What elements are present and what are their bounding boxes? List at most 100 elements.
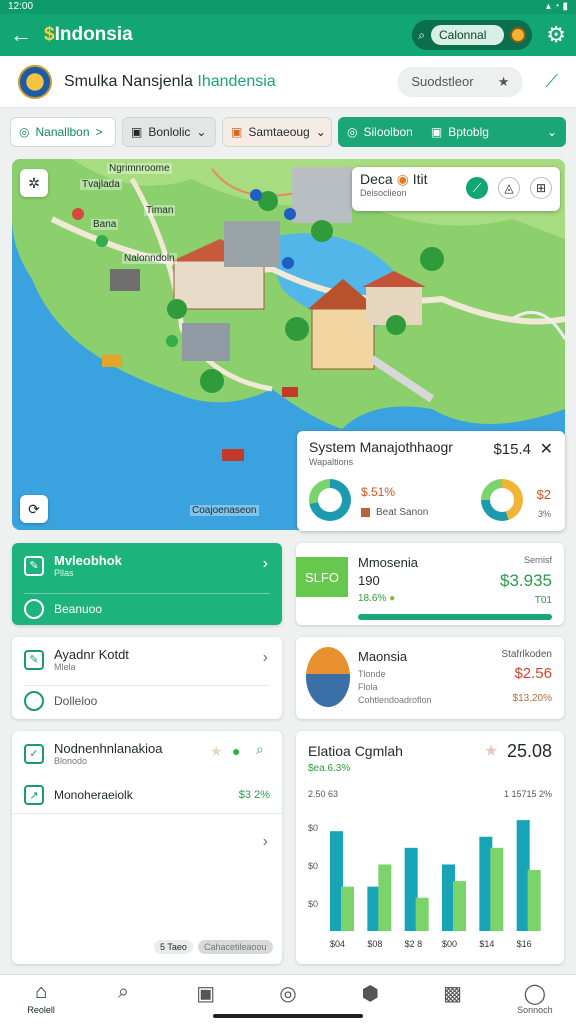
chevron-right-icon: > — [95, 125, 103, 139]
card-row[interactable]: Beanuoo — [24, 599, 102, 619]
card-big-val: 25.08 — [506, 741, 552, 761]
card-item: Monoheraeiolk — [54, 788, 133, 802]
bar-$08-series-1[interactable] — [378, 864, 392, 931]
x-tick-label: $04 — [330, 939, 345, 949]
filter-siloolbon[interactable]: ◎ Siloolbon ▣ Bptoblg ⌄ — [338, 117, 566, 147]
nav-label: Reolell — [27, 1005, 55, 1015]
nav-compass[interactable]: ◎ — [258, 981, 318, 1005]
system-card-right-sub: 3% — [537, 509, 551, 519]
app-search-pill[interactable]: ⌕ Calonnal — [412, 20, 533, 50]
chevron-right-icon[interactable]: › — [263, 555, 268, 573]
card-sub: Pllas — [54, 568, 74, 578]
map-pin-icon[interactable] — [250, 189, 262, 201]
filter-bonlolic[interactable]: ▣ Bonlolic ⌄ — [122, 117, 216, 147]
star-icon[interactable]: ★ — [210, 743, 223, 760]
card-title: Elatioa Cgmlah — [308, 743, 403, 759]
building-temple — [311, 308, 375, 370]
search-icon[interactable]: ⌕ — [256, 741, 264, 758]
search-icon: ⌕ — [117, 981, 130, 1003]
filter-label: Nanallbon — [35, 125, 90, 139]
donut-chart-left — [309, 479, 351, 521]
tree — [167, 299, 187, 319]
bar-chart: $0 $0 $0 $04 $08 $2 8 $00 $14 $16 — [308, 820, 541, 949]
status-bar: 12:00 ▴ ◔ ▮ — [0, 0, 576, 14]
bag-icon: ▣ — [196, 983, 216, 1005]
card-row: ✎ Ayadnr Kotdt Mlela — [24, 647, 129, 672]
search-icon[interactable]: ⌕ — [418, 28, 425, 43]
card-row[interactable]: ↗ Monoheraeiolk $3 2% — [24, 785, 270, 805]
building-office — [224, 221, 280, 267]
nav-search[interactable]: ⌕ — [93, 981, 153, 1005]
chevron-right-icon[interactable]: › — [263, 833, 268, 851]
tree — [200, 369, 224, 393]
card-mvleobhok[interactable]: ✎ Mvleobhok Pllas › Beanuoo — [12, 543, 282, 625]
card-maonsia[interactable]: Maonsia Tlonde Flola Cohtlendoadroflon S… — [296, 637, 564, 719]
clock-icon — [24, 599, 44, 619]
card-ayadnr[interactable]: ✎ Ayadnr Kotdt Mlela › Dolleloo — [12, 637, 282, 719]
region-name-accent: Ihandensia — [197, 72, 276, 90]
card-row[interactable]: Dolleloo — [24, 691, 97, 711]
nav-profile[interactable]: ◯ Sonnoch — [505, 981, 565, 1015]
gear-icon[interactable]: ⚙ — [546, 22, 566, 48]
map-info-actions: ⟋ ◬ ⊞ — [466, 177, 552, 199]
gallery-icon[interactable]: ◬ — [498, 177, 520, 199]
map-pin-icon[interactable] — [284, 208, 296, 220]
card-elatioa-chart[interactable]: Elatioa Cgmlah $ea.6.3% ★ 25.08 2.50 63 … — [296, 731, 564, 964]
bar-$00-series-1[interactable] — [453, 881, 466, 931]
grid-icon[interactable]: ⊞ — [530, 177, 552, 199]
map-recenter-button[interactable]: ⟳ — [20, 495, 48, 523]
card-title: Mvleobhok — [54, 553, 122, 568]
building-small — [110, 269, 140, 291]
card-mmosenia[interactable]: SLFO Mmosenia 190 18.6% ● Sernisf $3.935… — [296, 543, 564, 625]
nav-hexagon[interactable]: ⬢ — [340, 981, 400, 1005]
bar-$2 8-series-1[interactable] — [415, 897, 429, 931]
x-tick-label: $14 — [479, 939, 494, 949]
chevron-right-icon[interactable]: › — [263, 649, 268, 667]
card-sub: Mlela — [54, 662, 76, 672]
tag-text: Beat Sanon — [376, 507, 429, 518]
divider — [24, 685, 270, 686]
card-nodnenhnlanakioa[interactable]: ✓ Nodnenhnlanakioa Blonodo ★ ● ⌕ ↗ Monoh… — [12, 731, 282, 964]
back-arrow-icon[interactable]: ← — [10, 22, 38, 48]
edit-icon: ✎ — [24, 649, 44, 670]
map-footer-label: Coajoenaseon — [190, 505, 259, 516]
route-icon[interactable]: ⟋ — [466, 177, 488, 199]
map-layers-button[interactable]: ✲ — [20, 169, 48, 197]
map-label: Ngrimnroome — [107, 163, 172, 174]
vehicle-icon — [222, 449, 244, 461]
app-title-text: Indonsia — [54, 24, 133, 45]
chart-icon: ↗ — [24, 785, 44, 805]
map-pin-icon[interactable] — [96, 235, 108, 247]
tree — [311, 220, 333, 242]
nav-bag[interactable]: ▣ — [176, 981, 236, 1005]
bar-$04-series-1[interactable] — [341, 886, 354, 931]
filter-nanallbon[interactable]: ◎ Nanallbon > — [10, 117, 116, 147]
nav-home[interactable]: ⌂ Reolell — [11, 981, 71, 1015]
bar-$16-series-1[interactable] — [527, 870, 541, 931]
chevron-down-icon: ⌄ — [315, 125, 326, 139]
map-pin-icon[interactable] — [166, 335, 178, 347]
close-icon[interactable]: ✕ — [540, 439, 553, 459]
star-icon[interactable]: ★ — [484, 741, 498, 761]
map-pin-icon[interactable] — [72, 208, 84, 220]
clock-icon — [24, 691, 44, 711]
card-right-sub: T01 — [534, 595, 552, 606]
map-pin-icon[interactable] — [282, 257, 294, 269]
system-card[interactable]: System Manajothhaogr $15.4 ✕ Wapaltions … — [297, 431, 565, 531]
card-title: Ayadnr Kotdt — [54, 647, 129, 662]
header-search[interactable]: Suodstleor ★ — [397, 66, 524, 97]
filter-samtaeoug[interactable]: ▣ Samtaeoug ⌄ — [222, 117, 332, 147]
filter-label: Samtaeoug — [248, 125, 310, 139]
card-sub: Cohtlendoadroflon — [358, 695, 432, 705]
bar-$14-series-1[interactable] — [490, 847, 504, 931]
nav-label: Sonnoch — [517, 1005, 553, 1015]
card-title: Maonsia — [358, 649, 408, 664]
nav-briefcase[interactable]: ▩ — [423, 981, 483, 1005]
map-label: Timan — [144, 205, 176, 216]
status-icons: ▴ ◔ ▮ — [545, 1, 568, 12]
vehicle-icon — [282, 387, 298, 397]
pin-icon[interactable]: ⟋ — [545, 71, 558, 92]
map-info-box[interactable]: Deca ◉ Itit Deisoclieon ⟋ ◬ ⊞ — [352, 167, 560, 211]
card-footer-right[interactable]: Cahacetileaoou — [198, 940, 273, 954]
star-icon[interactable]: ★ — [498, 74, 510, 90]
